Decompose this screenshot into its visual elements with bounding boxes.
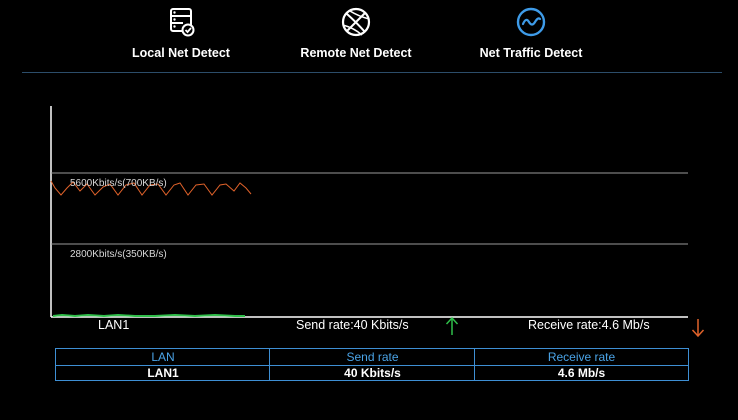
column-header-lan: LAN (151, 350, 175, 364)
lan-label: LAN1 (98, 318, 130, 332)
tab-label: Local Net Detect (132, 46, 230, 60)
arrow-down-icon (691, 319, 705, 338)
tab-bar: Local Net Detect Remote Net Detect Net T… (0, 0, 738, 75)
tab-net-traffic-detect[interactable]: Net Traffic Detect (461, 6, 601, 66)
column-header-send-rate: Send rate (346, 350, 399, 364)
column-header-receive-rate: Receive rate (547, 350, 616, 364)
traffic-wave-icon (516, 7, 546, 37)
table-column-divider (269, 349, 270, 380)
high-scale-label: 5600Kbits/s(700KB/s) (70, 178, 167, 189)
tab-divider (22, 72, 722, 73)
tab-local-net-detect[interactable]: Local Net Detect (111, 6, 251, 66)
traffic-table: LAN Send rate Receive rate LAN1 40 Kbits… (55, 348, 689, 381)
send-rate-label: Send rate:40 Kbits/s (296, 318, 409, 332)
send-series-line (52, 313, 245, 318)
mid-scale-label: 2800Kbits/s(350KB/s) (70, 249, 167, 260)
traffic-graph: 5600Kbits/s(700KB/s) 2800Kbits/s(350KB/s… (0, 100, 738, 325)
cell-send-rate: 40 Kbits/s (344, 366, 401, 380)
cell-lan: LAN1 (147, 366, 179, 380)
table-row: LAN1 40 Kbits/s 4.6 Mb/s (56, 365, 688, 381)
tab-label: Net Traffic Detect (479, 46, 583, 60)
table-column-divider (474, 349, 475, 380)
arrow-up-icon (445, 316, 459, 335)
tab-remote-net-detect[interactable]: Remote Net Detect (286, 6, 426, 66)
graph-canvas (50, 106, 688, 318)
tab-label: Remote Net Detect (300, 46, 412, 60)
local-net-icon (170, 8, 195, 37)
receive-rate-label: Receive rate:4.6 Mb/s (528, 318, 650, 332)
cell-receive-rate: 4.6 Mb/s (557, 366, 606, 380)
table-header-row: LAN Send rate Receive rate (56, 349, 688, 365)
globe-icon (341, 7, 371, 37)
